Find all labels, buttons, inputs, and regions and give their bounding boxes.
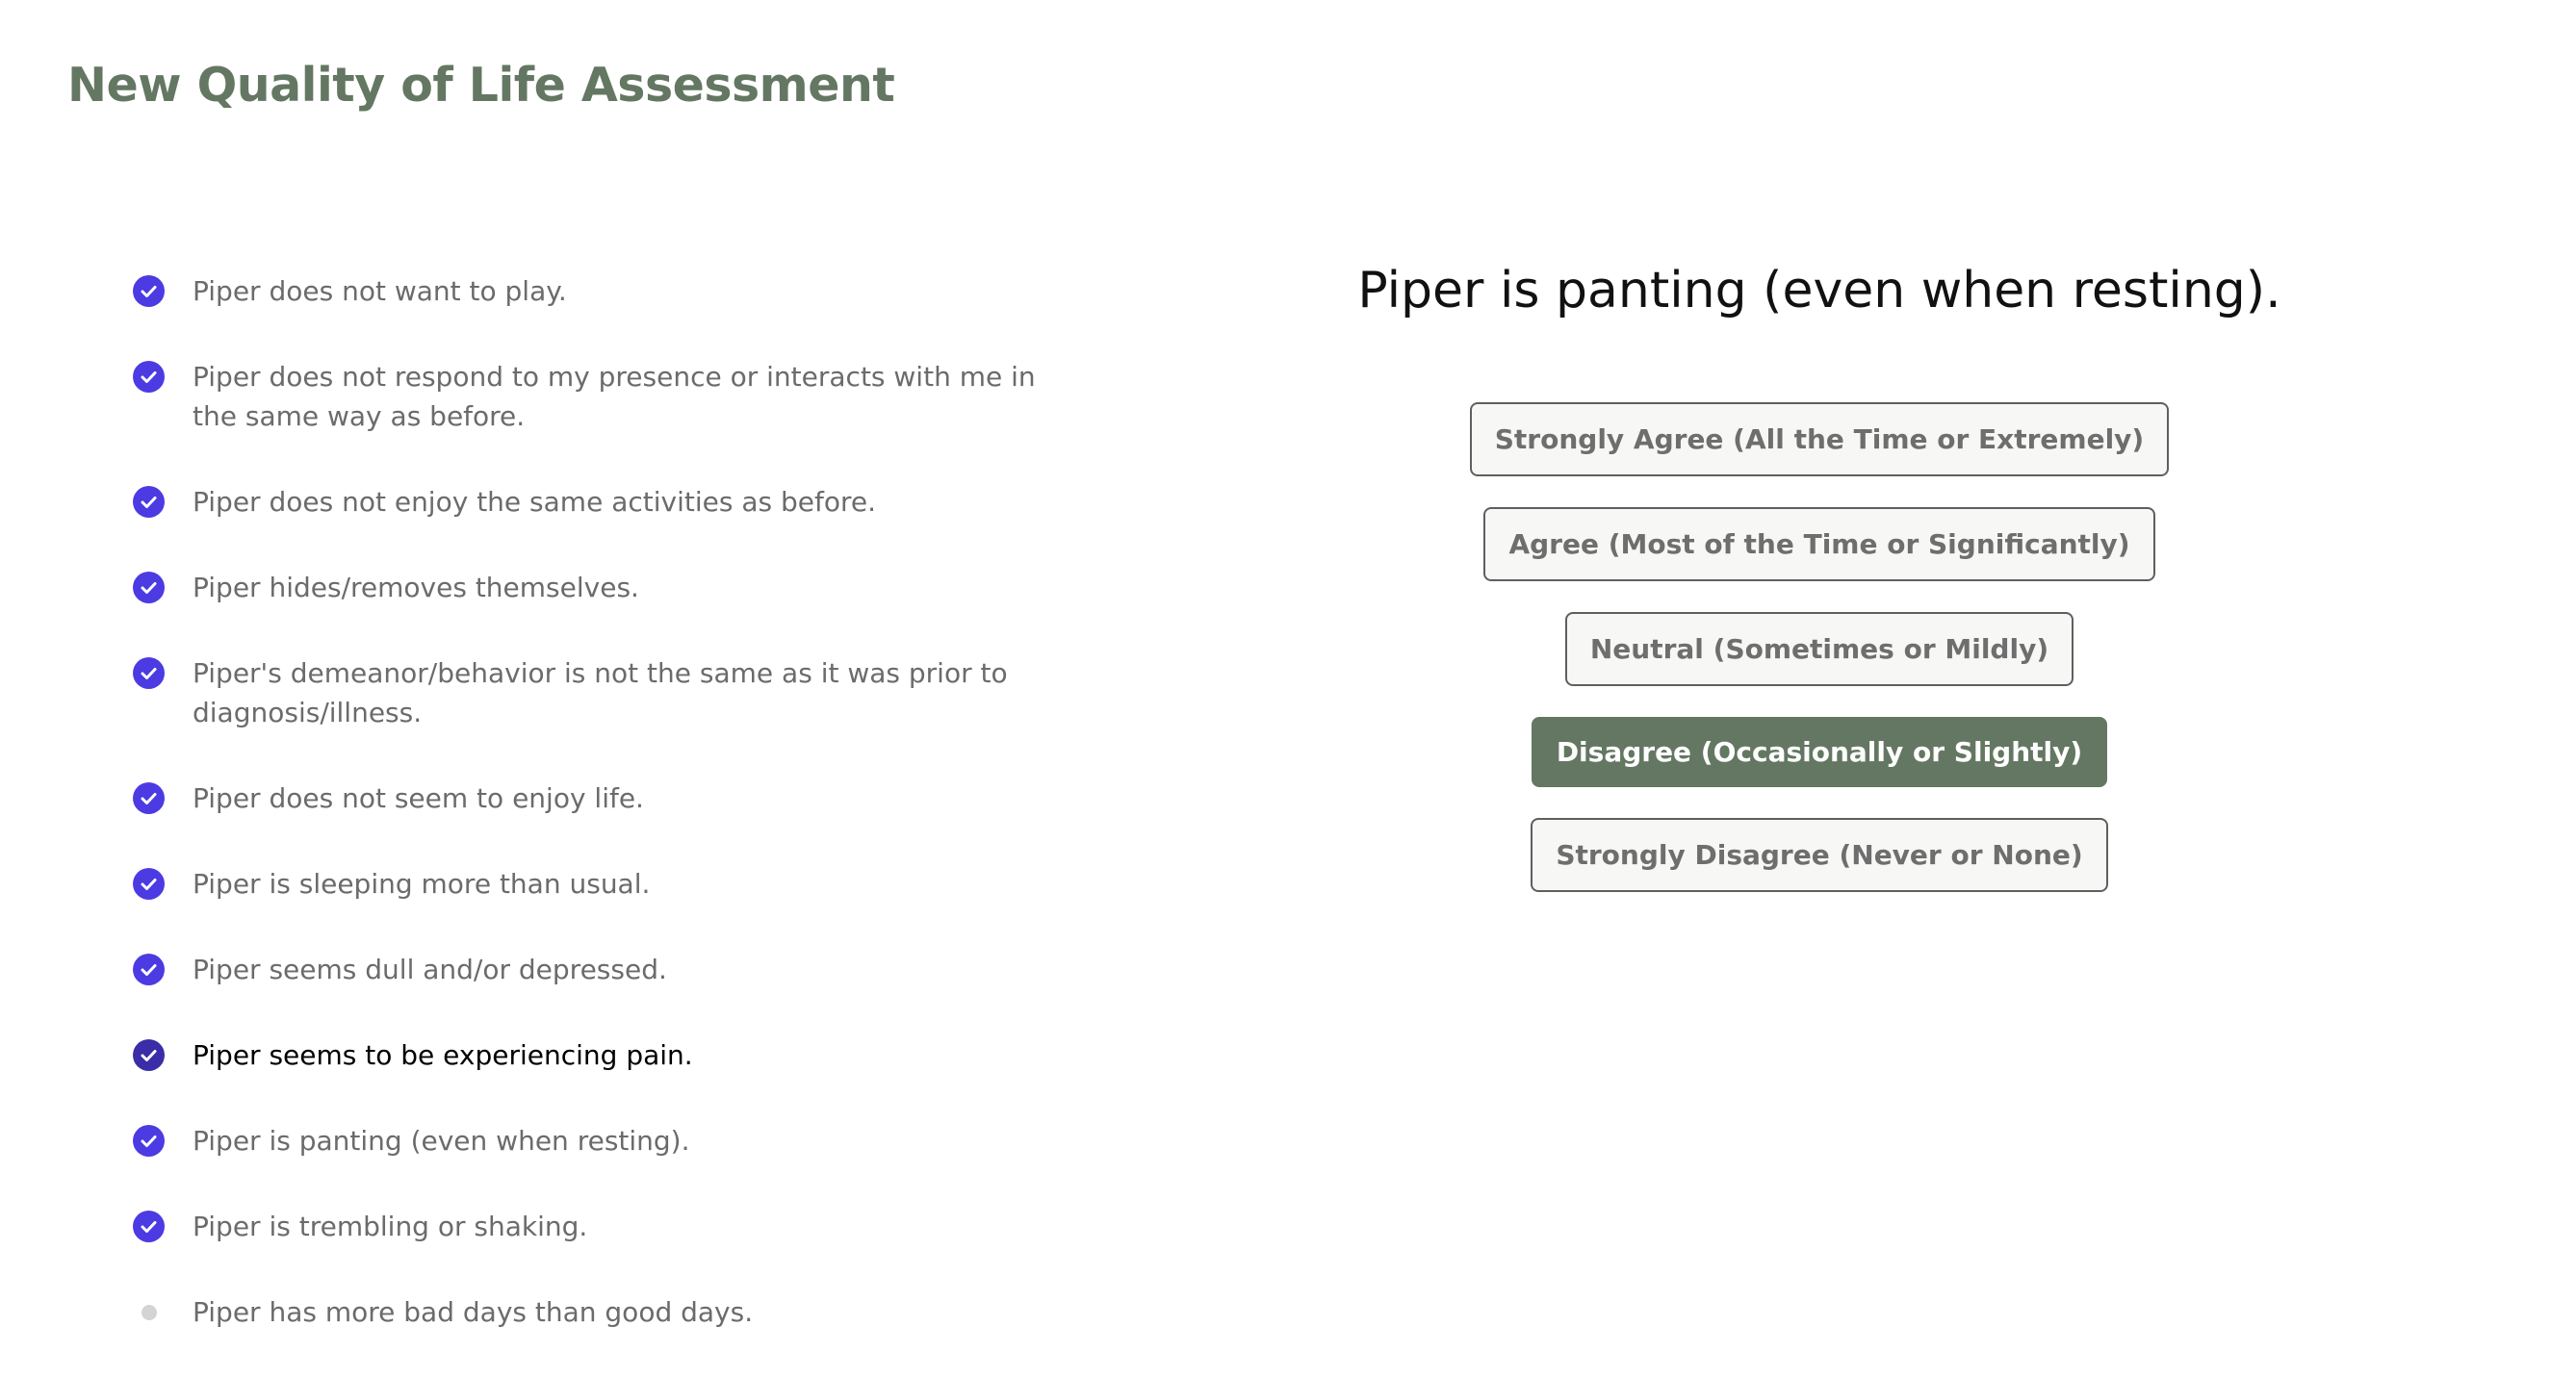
question-item-4[interactable]: Piper hides/removes themselves. xyxy=(133,568,1047,607)
check-circle-icon xyxy=(133,1211,165,1242)
question-item-2[interactable]: Piper does not respond to my presence or… xyxy=(133,357,1047,436)
question-item-9[interactable]: Piper seems to be experiencing pain. xyxy=(133,1035,1047,1075)
question-label: Piper has more bad days than good days. xyxy=(193,1296,754,1328)
question-list: Piper does not want to play. Piper does … xyxy=(133,271,1047,1378)
check-circle-icon xyxy=(133,1125,165,1157)
question-item-7[interactable]: Piper is sleeping more than usual. xyxy=(133,864,1047,904)
question-label: Piper hides/removes themselves. xyxy=(193,572,639,603)
check-circle-icon xyxy=(133,361,165,393)
question-item-1[interactable]: Piper does not want to play. xyxy=(133,271,1047,311)
question-label: Piper seems dull and/or depressed. xyxy=(193,954,667,985)
question-label: Piper is sleeping more than usual. xyxy=(193,868,651,900)
question-item-5[interactable]: Piper's demeanor/behavior is not the sam… xyxy=(133,653,1047,732)
question-label: Piper does not want to play. xyxy=(193,275,567,307)
question-label: Piper seems to be experiencing pain. xyxy=(193,1039,693,1071)
answer-agree-button[interactable]: Agree (Most of the Time or Significantly… xyxy=(1483,507,2155,581)
question-label: Piper is trembling or shaking. xyxy=(193,1211,588,1242)
check-circle-icon xyxy=(133,486,165,518)
check-circle-icon xyxy=(133,954,165,985)
answer-disagree-button[interactable]: Disagree (Occasionally or Slightly) xyxy=(1531,717,2108,787)
check-circle-icon xyxy=(133,782,165,814)
page-title: New Quality of Life Assessment xyxy=(67,58,895,113)
question-item-6[interactable]: Piper does not seem to enjoy life. xyxy=(133,778,1047,818)
question-item-3[interactable]: Piper does not enjoy the same activities… xyxy=(133,482,1047,522)
check-circle-icon xyxy=(133,572,165,603)
question-item-10[interactable]: Piper is panting (even when resting). xyxy=(133,1121,1047,1161)
question-label: Piper is panting (even when resting). xyxy=(193,1125,690,1157)
question-label: Piper does not seem to enjoy life. xyxy=(193,782,644,814)
check-circle-icon xyxy=(133,657,165,689)
current-question-title: Piper is panting (even when resting). xyxy=(1357,262,2281,319)
answer-strongly-disagree-button[interactable]: Strongly Disagree (Never or None) xyxy=(1531,818,2108,892)
check-circle-icon xyxy=(133,275,165,307)
answer-options: Strongly Agree (All the Time or Extremel… xyxy=(1328,402,2310,923)
check-circle-icon xyxy=(133,1039,165,1071)
question-label: Piper does not respond to my presence or… xyxy=(193,361,1036,432)
pending-dot-icon xyxy=(142,1305,157,1320)
question-label: Piper's demeanor/behavior is not the sam… xyxy=(193,657,1008,728)
check-circle-icon xyxy=(133,868,165,900)
question-item-12[interactable]: Piper has more bad days than good days. xyxy=(133,1292,1047,1332)
answer-strongly-agree-button[interactable]: Strongly Agree (All the Time or Extremel… xyxy=(1469,402,2170,476)
question-label: Piper does not enjoy the same activities… xyxy=(193,486,876,518)
question-item-8[interactable]: Piper seems dull and/or depressed. xyxy=(133,950,1047,989)
answer-neutral-button[interactable]: Neutral (Sometimes or Mildly) xyxy=(1564,612,2074,686)
question-item-11[interactable]: Piper is trembling or shaking. xyxy=(133,1207,1047,1246)
